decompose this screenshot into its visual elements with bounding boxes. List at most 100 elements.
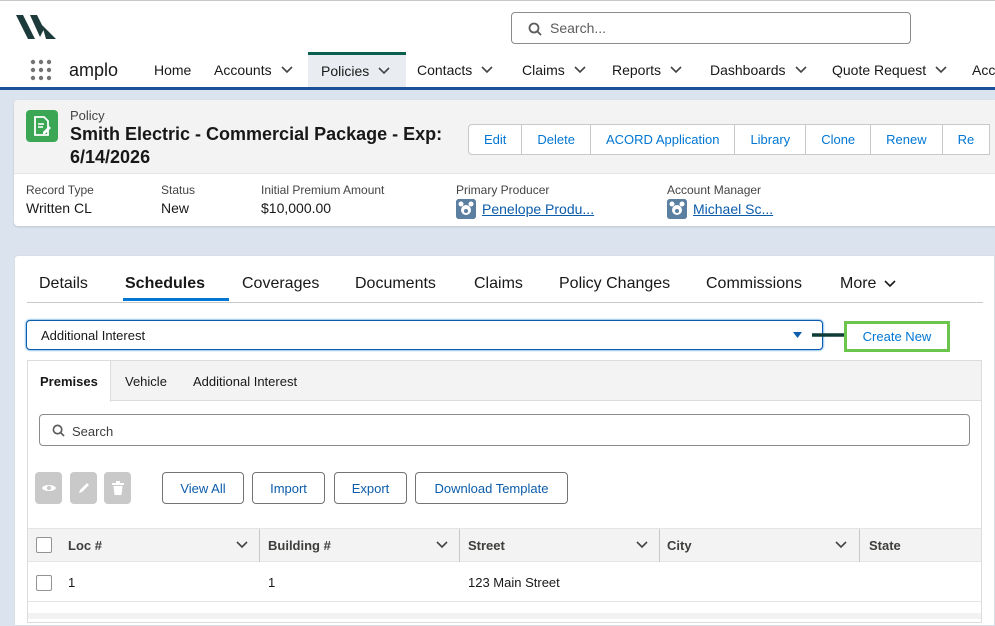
amplo-logo[interactable]	[16, 13, 56, 41]
field-record-type: Record Type Written CL	[26, 183, 94, 216]
nav-item-label: Claims	[522, 61, 565, 78]
nav-item-accounts-overflow[interactable]: Acc	[972, 52, 995, 87]
column-label: Street	[468, 538, 505, 553]
eye-icon	[41, 482, 57, 494]
nav-item-label: Dashboards	[710, 61, 786, 78]
field-label: Record Type	[26, 183, 94, 197]
record-header: Policy Smith Electric - Commercial Packa…	[14, 100, 995, 226]
row-checkbox[interactable]	[36, 575, 52, 591]
chevron-down-icon[interactable]	[574, 65, 586, 74]
view-record-button[interactable]	[35, 472, 62, 504]
column-header-state[interactable]: State	[869, 529, 979, 562]
tab-documents[interactable]: Documents	[355, 275, 436, 293]
edit-button[interactable]: Edit	[468, 124, 523, 155]
delete-button[interactable]: Delete	[522, 124, 591, 155]
nav-item-home[interactable]: Home	[154, 52, 191, 87]
edit-record-button[interactable]	[70, 472, 97, 504]
subtab-premises[interactable]: Premises	[28, 361, 111, 402]
tab-claims[interactable]: Claims	[474, 275, 523, 293]
nav-item-claims[interactable]: Claims	[522, 52, 586, 87]
global-search[interactable]	[511, 12, 911, 44]
field-value: Written CL	[26, 200, 92, 216]
nav-item-label: Home	[154, 61, 192, 78]
global-search-input[interactable]	[550, 18, 890, 38]
download-template-button[interactable]: Download Template	[415, 472, 568, 504]
schedule-type-value: Additional Interest	[41, 328, 146, 343]
nav-item-contacts[interactable]: Contacts	[417, 52, 493, 87]
chevron-down-icon[interactable]	[436, 541, 448, 549]
table-search[interactable]	[39, 414, 970, 446]
chevron-down-icon[interactable]	[236, 541, 248, 549]
acord-application-button[interactable]: ACORD Application	[590, 124, 736, 155]
chevron-down-icon[interactable]	[935, 65, 947, 74]
nav-item-label: Acc	[972, 61, 995, 78]
nav-item-accounts[interactable]: Accounts	[214, 52, 293, 87]
record-tabs: Details Schedules Coverages Documents Cl…	[27, 256, 983, 303]
schedule-type-select[interactable]: Additional Interest	[26, 320, 823, 350]
create-new-button[interactable]: Create New	[844, 321, 950, 352]
subtab-vehicle[interactable]: Vehicle	[125, 361, 167, 401]
nav-item-quote-request[interactable]: Quote Request	[832, 52, 947, 87]
view-all-button[interactable]: View All	[162, 472, 244, 504]
nav-item-dashboards[interactable]: Dashboards	[710, 52, 807, 87]
select-all-checkbox[interactable]	[36, 537, 52, 553]
column-label: Building #	[268, 538, 331, 553]
delete-record-button[interactable]	[104, 472, 131, 504]
tab-commissions[interactable]: Commissions	[706, 275, 802, 293]
tab-coverages[interactable]: Coverages	[242, 275, 319, 293]
chevron-down-icon[interactable]	[835, 541, 847, 549]
more-actions-button[interactable]: Re	[942, 124, 991, 155]
account-manager-name[interactable]: Michael Sc...	[693, 201, 773, 217]
primary-producer-link[interactable]: Penelope Produ...	[456, 199, 594, 219]
column-label: City	[667, 538, 692, 553]
schedules-panel: Premises Vehicle Additional Interest Vie…	[27, 360, 982, 623]
export-button[interactable]: Export	[334, 472, 407, 504]
cell-loc: 1	[68, 575, 76, 590]
import-button[interactable]: Import	[252, 472, 325, 504]
column-divider[interactable]	[259, 529, 260, 562]
record-detail-card: Details Schedules Coverages Documents Cl…	[14, 255, 995, 626]
column-label: Loc #	[68, 538, 102, 553]
horizontal-scrollbar[interactable]	[28, 613, 981, 619]
record-title: Smith Electric - Commercial Package - Ex…	[70, 124, 443, 167]
field-account-manager: Account Manager Michael Sc...	[667, 183, 773, 219]
column-header-loc[interactable]: Loc #	[68, 529, 260, 562]
object-type-label: Policy	[70, 108, 105, 123]
record-actions: Edit Delete ACORD Application Library Cl…	[468, 124, 991, 155]
chevron-down-icon[interactable]	[794, 65, 807, 74]
account-manager-link[interactable]: Michael Sc...	[667, 199, 773, 219]
library-button[interactable]: Library	[735, 124, 807, 155]
cell-building: 1	[268, 575, 276, 590]
global-header	[0, 0, 995, 52]
app-launcher-icon[interactable]	[30, 59, 52, 81]
nav-item-label: Policies	[321, 63, 370, 79]
field-status: Status New	[161, 183, 195, 216]
chevron-down-icon[interactable]	[378, 67, 390, 75]
tab-schedules[interactable]: Schedules	[125, 275, 205, 293]
field-value: $10,000.00	[261, 200, 332, 216]
chevron-down-icon	[884, 280, 897, 288]
tab-more[interactable]: More	[840, 275, 897, 293]
subtab-additional-interest[interactable]: Additional Interest	[193, 361, 297, 401]
nav-item-policies[interactable]: Policies	[308, 52, 406, 87]
field-initial-premium-amount: Initial Premium Amount $10,000.00	[261, 183, 384, 216]
chevron-down-icon[interactable]	[636, 541, 648, 549]
tab-details[interactable]: Details	[39, 275, 88, 293]
column-divider[interactable]	[859, 529, 860, 562]
column-divider[interactable]	[459, 529, 460, 562]
cell-street: 123 Main Street	[468, 575, 560, 590]
column-header-city[interactable]: City	[667, 529, 859, 562]
primary-producer-name[interactable]: Penelope Produ...	[482, 201, 594, 217]
chevron-down-icon[interactable]	[481, 65, 493, 74]
clone-button[interactable]: Clone	[806, 124, 872, 155]
nav-item-reports[interactable]: Reports	[612, 52, 682, 87]
tab-policy-changes[interactable]: Policy Changes	[559, 275, 670, 293]
table-row[interactable]: 1 1 123 Main Street	[28, 562, 981, 602]
renew-button[interactable]: Renew	[871, 124, 943, 155]
column-header-building[interactable]: Building #	[268, 529, 460, 562]
chevron-down-icon[interactable]	[670, 65, 682, 74]
table-search-input[interactable]	[72, 421, 952, 441]
chevron-down-icon[interactable]	[281, 65, 293, 74]
column-divider[interactable]	[659, 529, 660, 562]
column-header-street[interactable]: Street	[468, 529, 660, 562]
